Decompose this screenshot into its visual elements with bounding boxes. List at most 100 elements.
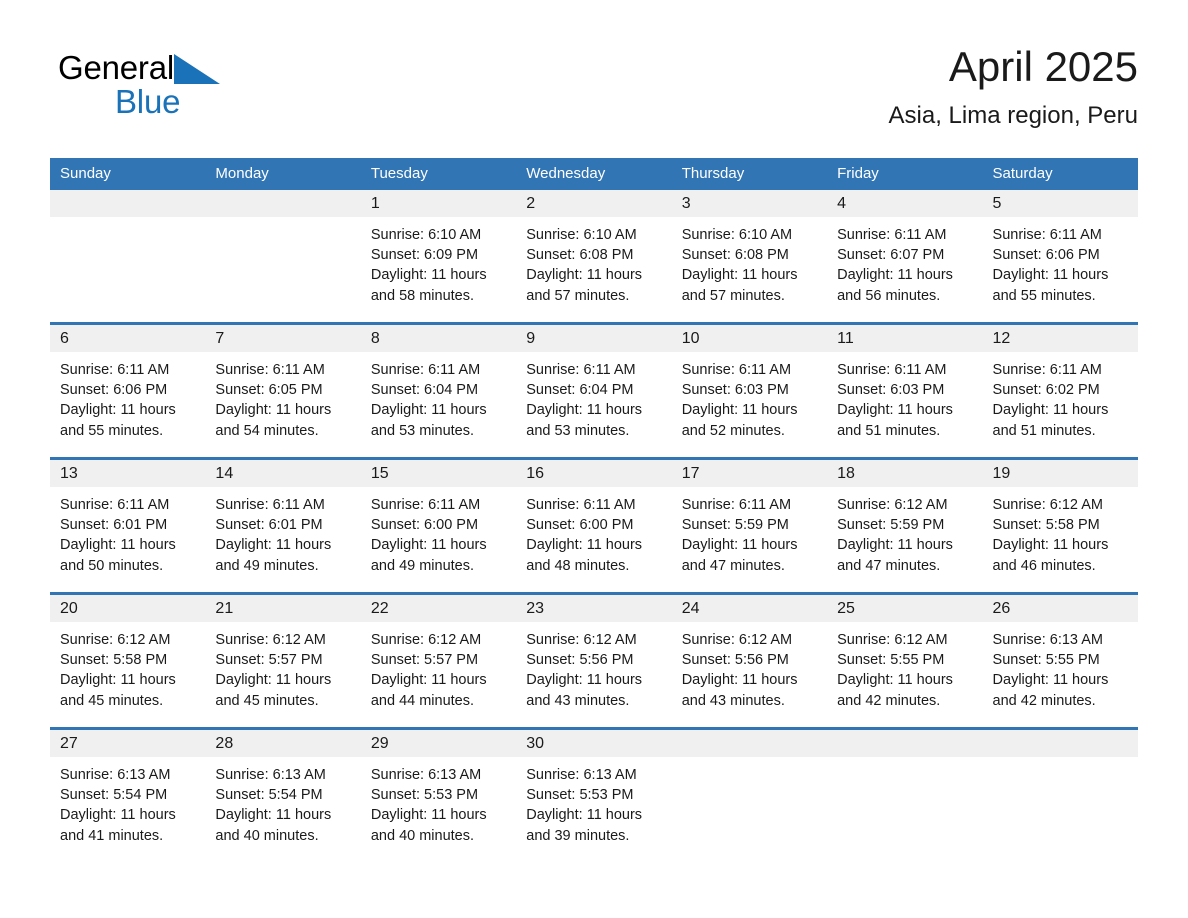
sunrise-text: Sunrise: 6:11 AM	[526, 497, 636, 513]
calendar-day-cell[interactable]: 12 Sunrise: 6:11 AM Sunset: 6:02 PM Dayl…	[982, 322, 1138, 459]
sunrise-text: Sunrise: 6:13 AM	[215, 767, 326, 783]
calendar-day-cell[interactable]: 26 Sunrise: 6:13 AM Sunset: 5:55 PM Dayl…	[982, 592, 1138, 729]
calendar-day-cell[interactable]: 22 Sunrise: 6:12 AM Sunset: 5:57 PM Dayl…	[360, 592, 517, 729]
calendar-day-cell[interactable]: 1 Sunrise: 6:10 AM Sunset: 6:09 PM Dayli…	[360, 190, 517, 324]
daylight-text-line2: and 53 minutes.	[526, 422, 630, 439]
calendar-day-cell[interactable]: 21 Sunrise: 6:12 AM Sunset: 5:57 PM Dayl…	[205, 592, 361, 729]
calendar-week-row: 6 Sunrise: 6:11 AM Sunset: 6:06 PM Dayli…	[50, 322, 1138, 459]
calendar-day-cell[interactable]: 8 Sunrise: 6:11 AM Sunset: 6:04 PM Dayli…	[360, 322, 517, 459]
sunset-text: Sunset: 5:55 PM	[837, 652, 945, 669]
calendar-body: 1 Sunrise: 6:10 AM Sunset: 6:09 PM Dayli…	[50, 190, 1138, 862]
calendar-day-cell[interactable]	[827, 727, 983, 862]
calendar-day-cell[interactable]: 4 Sunrise: 6:11 AM Sunset: 6:07 PM Dayli…	[827, 190, 983, 324]
calendar-day-cell[interactable]: 6 Sunrise: 6:11 AM Sunset: 6:06 PM Dayli…	[50, 322, 206, 459]
day-number: 14	[215, 465, 234, 482]
sunset-text: Sunset: 5:56 PM	[526, 652, 634, 669]
daylight-text-line1: Daylight: 11 hours	[215, 672, 332, 689]
daylight-text-line1: Daylight: 11 hours	[370, 267, 487, 284]
day-number: 6	[60, 330, 69, 347]
calendar-day-cell[interactable]: 25 Sunrise: 6:12 AM Sunset: 5:55 PM Dayl…	[827, 592, 983, 729]
calendar-day-cell[interactable]: 15 Sunrise: 6:11 AM Sunset: 6:00 PM Dayl…	[360, 457, 517, 594]
daylight-text-line1: Daylight: 11 hours	[370, 672, 487, 689]
calendar-day-cell[interactable]: 2 Sunrise: 6:10 AM Sunset: 6:08 PM Dayli…	[516, 190, 672, 324]
sunset-text: Sunset: 5:57 PM	[370, 652, 479, 669]
calendar-day-cell[interactable]	[50, 190, 206, 324]
calendar-day-cell[interactable]: 11 Sunrise: 6:11 AM Sunset: 6:03 PM Dayl…	[827, 322, 983, 459]
calendar-day-cell[interactable]	[982, 727, 1138, 862]
day-number: 28	[215, 735, 234, 752]
calendar-day-cell[interactable]: 24 Sunrise: 6:12 AM Sunset: 5:56 PM Dayl…	[671, 592, 828, 729]
day-number: 3	[681, 195, 691, 212]
sunrise-text: Sunrise: 6:12 AM	[526, 632, 637, 648]
day-number: 21	[215, 600, 234, 617]
calendar-day-cell[interactable]: 10 Sunrise: 6:11 AM Sunset: 6:03 PM Dayl…	[671, 322, 828, 459]
calendar-day-cell[interactable]	[671, 727, 828, 862]
sunset-text: Sunset: 5:54 PM	[60, 787, 168, 804]
day-number: 2	[526, 195, 536, 212]
calendar-day-cell[interactable]: 27 Sunrise: 6:13 AM Sunset: 5:54 PM Dayl…	[50, 727, 206, 862]
calendar-day-cell[interactable]: 29 Sunrise: 6:13 AM Sunset: 5:53 PM Dayl…	[360, 727, 517, 862]
page-header: General Blue April 2025 Asia, Lima regio…	[50, 42, 1138, 142]
day-number: 10	[681, 330, 700, 347]
sunset-text: Sunset: 6:04 PM	[526, 382, 634, 399]
daylight-text-line1: Daylight: 11 hours	[526, 537, 643, 554]
daylight-text-line2: and 49 minutes.	[370, 557, 475, 574]
calendar-page: General Blue April 2025 Asia, Lima regio…	[0, 0, 1188, 918]
daylight-text-line2: and 56 minutes.	[837, 287, 941, 304]
daylight-text-line2: and 47 minutes.	[681, 557, 785, 574]
daylight-text-line1: Daylight: 11 hours	[992, 672, 1109, 689]
calendar-day-cell[interactable]: 9 Sunrise: 6:11 AM Sunset: 6:04 PM Dayli…	[516, 322, 672, 459]
sunrise-text: Sunrise: 6:11 AM	[681, 362, 792, 378]
sunset-text: Sunset: 5:55 PM	[992, 652, 1100, 669]
sunrise-text: Sunrise: 6:12 AM	[60, 632, 171, 648]
sunset-text: Sunset: 6:03 PM	[681, 382, 789, 399]
weekday-header-wednesday: Wednesday	[516, 158, 672, 190]
day-number: 29	[370, 735, 389, 752]
sunrise-text: Sunrise: 6:10 AM	[370, 227, 482, 243]
daylight-text-line2: and 43 minutes.	[681, 692, 785, 709]
calendar-day-cell[interactable]: 17 Sunrise: 6:11 AM Sunset: 5:59 PM Dayl…	[671, 457, 828, 594]
weekday-header-tuesday: Tuesday	[360, 158, 517, 190]
sunrise-text: Sunrise: 6:12 AM	[370, 632, 482, 648]
calendar-day-cell[interactable]: 7 Sunrise: 6:11 AM Sunset: 6:05 PM Dayli…	[205, 322, 361, 459]
calendar-day-cell[interactable]: 30 Sunrise: 6:13 AM Sunset: 5:53 PM Dayl…	[516, 727, 672, 862]
daylight-text-line1: Daylight: 11 hours	[837, 537, 953, 554]
sunrise-text: Sunrise: 6:11 AM	[60, 362, 170, 378]
daylight-text-line1: Daylight: 11 hours	[60, 672, 176, 689]
daylight-text-line2: and 48 minutes.	[526, 557, 630, 574]
calendar-day-cell[interactable]: 20 Sunrise: 6:12 AM Sunset: 5:58 PM Dayl…	[50, 592, 206, 729]
daylight-text-line1: Daylight: 11 hours	[215, 807, 332, 824]
calendar-day-cell[interactable]: 13 Sunrise: 6:11 AM Sunset: 6:01 PM Dayl…	[50, 457, 206, 594]
daylight-text-line1: Daylight: 11 hours	[681, 537, 798, 554]
calendar-day-cell[interactable]: 16 Sunrise: 6:11 AM Sunset: 6:00 PM Dayl…	[516, 457, 672, 594]
title-block: April 2025 Asia, Lima region, Peru	[889, 42, 1138, 132]
logo-text-general: General	[58, 49, 175, 86]
sunset-text: Sunset: 6:01 PM	[60, 517, 168, 534]
daylight-text-line1: Daylight: 11 hours	[60, 402, 176, 419]
sunrise-text: Sunrise: 6:12 AM	[681, 632, 793, 648]
sunset-text: Sunset: 5:57 PM	[215, 652, 323, 669]
calendar-day-cell[interactable]: 14 Sunrise: 6:11 AM Sunset: 6:01 PM Dayl…	[205, 457, 361, 594]
calendar-day-cell[interactable]: 19 Sunrise: 6:12 AM Sunset: 5:58 PM Dayl…	[982, 457, 1138, 594]
daylight-text-line1: Daylight: 11 hours	[526, 807, 643, 824]
calendar-day-cell[interactable]: 18 Sunrise: 6:12 AM Sunset: 5:59 PM Dayl…	[827, 457, 983, 594]
calendar-day-cell[interactable]	[205, 190, 361, 324]
daylight-text-line1: Daylight: 11 hours	[526, 402, 643, 419]
daylight-text-line1: Daylight: 11 hours	[370, 807, 487, 824]
sunrise-text: Sunrise: 6:12 AM	[215, 632, 326, 648]
calendar-day-cell[interactable]: 23 Sunrise: 6:12 AM Sunset: 5:56 PM Dayl…	[516, 592, 672, 729]
calendar-day-cell[interactable]: 3 Sunrise: 6:10 AM Sunset: 6:08 PM Dayli…	[671, 190, 828, 324]
sunset-text: Sunset: 6:01 PM	[215, 517, 323, 534]
daylight-text-line1: Daylight: 11 hours	[992, 267, 1109, 284]
calendar-table: Sunday Monday Tuesday Wednesday Thursday…	[50, 158, 1138, 862]
daylight-text-line1: Daylight: 11 hours	[215, 537, 332, 554]
daylight-text-line1: Daylight: 11 hours	[60, 537, 176, 554]
sunrise-text: Sunrise: 6:13 AM	[992, 632, 1103, 648]
calendar-day-cell[interactable]: 5 Sunrise: 6:11 AM Sunset: 6:06 PM Dayli…	[982, 190, 1138, 324]
sunrise-text: Sunrise: 6:11 AM	[215, 362, 325, 378]
daylight-text-line2: and 45 minutes.	[60, 692, 164, 709]
daylight-text-line1: Daylight: 11 hours	[837, 267, 953, 284]
weekday-header-saturday: Saturday	[982, 158, 1138, 190]
day-number: 20	[60, 600, 78, 617]
calendar-day-cell[interactable]: 28 Sunrise: 6:13 AM Sunset: 5:54 PM Dayl…	[205, 727, 361, 862]
